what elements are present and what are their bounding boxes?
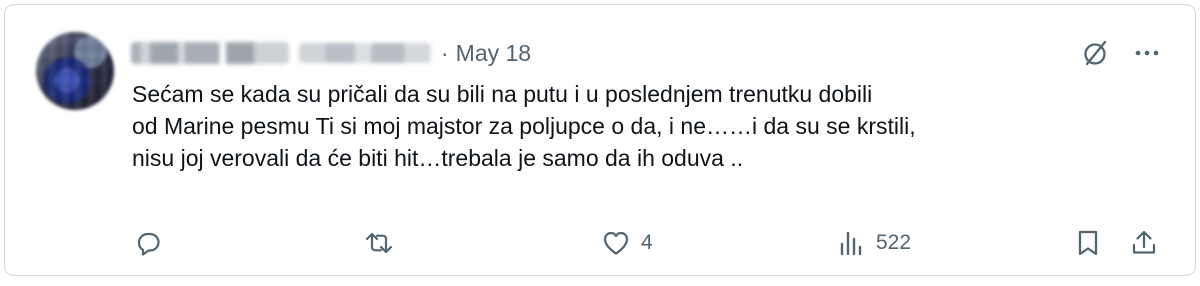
bookmark-button[interactable] xyxy=(1073,226,1103,260)
retweet-button[interactable] xyxy=(364,226,394,260)
tweet-text: Sećam se kada su pričali da su bili na p… xyxy=(132,78,1172,174)
like-count: 4 xyxy=(641,231,653,254)
heart-icon xyxy=(603,231,629,255)
header-separator: · xyxy=(441,40,449,66)
tweet-text-line: nisu joj verovali da će biti hit…trebala… xyxy=(132,145,744,171)
grok-icon[interactable] xyxy=(1081,38,1111,68)
share-icon xyxy=(1132,230,1156,254)
share-button[interactable] xyxy=(1129,226,1159,260)
retweet-icon xyxy=(365,232,393,254)
tweet-actions: 4 522 xyxy=(5,226,1195,260)
bookmark-icon xyxy=(1078,230,1098,256)
views-button[interactable]: 522 xyxy=(836,226,911,260)
tweet-date[interactable]: May 18 xyxy=(456,39,531,67)
reply-icon xyxy=(137,232,160,256)
tweet-text-line: Sećam se kada su pričali da su bili na p… xyxy=(132,81,873,107)
analytics-icon xyxy=(840,231,862,256)
tweet-text-line: od Marine pesmu Ti si moj majstor za pol… xyxy=(132,113,916,139)
avatar[interactable] xyxy=(36,32,114,110)
tweet-card[interactable]: · May 18 Sećam se kada su pričali da su … xyxy=(4,4,1196,276)
views-count: 522 xyxy=(876,231,912,254)
reply-button[interactable] xyxy=(133,226,163,260)
tweet-header: · May 18 xyxy=(131,39,531,67)
like-button[interactable]: 4 xyxy=(601,226,653,260)
blurred-username[interactable] xyxy=(299,43,431,63)
more-options-icon[interactable] xyxy=(1132,40,1162,66)
blurred-display-name[interactable] xyxy=(131,42,289,64)
